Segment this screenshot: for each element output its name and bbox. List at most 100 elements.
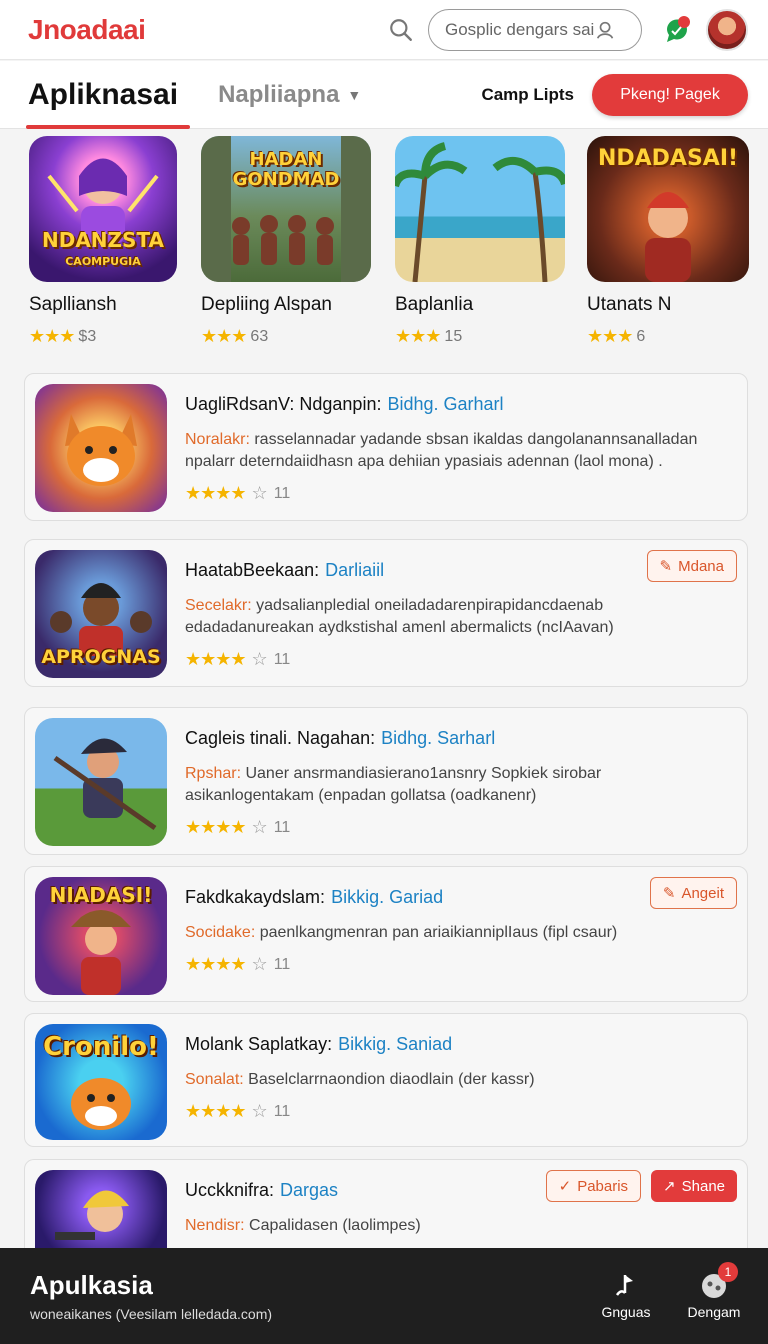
search-user-icon[interactable] [595,19,617,41]
list-item[interactable]: NIADASI! Fakdkakaydslam: Bikkig. Gariad S… [24,866,748,1002]
featured-name: Saplliansh [29,294,117,315]
featured-rating: ★★★ $3 [29,326,199,347]
nav-gnguas[interactable]: Gnguas [586,1268,666,1320]
star-rating-icon: ★★★ [201,326,247,346]
fox-art-icon [35,384,167,512]
featured-card[interactable]: NDANZSTA CAOMPUGIA Saplliansh ★★★ $3 [29,136,199,347]
rating-count: 11 [273,955,291,973]
tab-label: Napliiapna [218,80,340,108]
desc-text: Capalidasen (laolimpes) [244,1217,421,1234]
developer-link[interactable]: Dargas [280,1180,338,1200]
desc-text: paenlkangmenran pan ariaikianniplIaus (f… [255,924,618,941]
card-description: Noralakr: rasselannadar yadande sbsan ik… [185,429,733,473]
star-empty-icon: ☆ [251,1101,268,1121]
app-title: Ucckknifra: [185,1180,275,1200]
chat-icon[interactable] [662,15,692,45]
desc-text: Uaner ansrmandiasierano1ansnry Sopkiek s… [185,765,602,804]
star-empty-icon: ☆ [251,483,268,503]
featured-card[interactable]: Baplanlia ★★★ 15 [395,136,565,347]
featured-card[interactable]: NDADASAI! Utanats N ★★★ 6 [587,136,757,347]
camp-lipts-link[interactable]: Camp Lipts [481,85,574,105]
card-actions: ✎ Mdana [646,550,737,582]
desc-label: Socidake: [185,924,256,941]
desc-label: Secelakr: [185,597,252,614]
card-title: UagliRdsanV: Ndganpin: Bidhg. Garharl [185,394,733,415]
card-description: Secelakr: yadsalianpledial oneiladadaren… [185,595,733,639]
list-item[interactable]: UagliRdsanV: Ndganpin: Bidhg. Garharl Nor… [24,373,748,521]
list-item[interactable]: Ucckknifra: Dargas Nendisr: Capalidasen (… [24,1159,748,1260]
card-description: Socidake: paenlkangmenran pan ariaikiann… [185,922,733,944]
card-rating: ★★★★ ☆ 11 [185,1101,733,1122]
developer-link[interactable]: Bidhg. Garharl [387,394,503,414]
crew-art-icon: APROGNAS [35,550,167,678]
search-icon[interactable] [388,17,414,43]
featured-name: Depliing Alspan [201,294,332,315]
rating-value: 6 [636,327,646,345]
card-rating: ★★★★ ☆ 11 [185,954,733,975]
tab-apliknasai[interactable]: Apliknasai [25,61,191,129]
search-field[interactable] [428,8,642,51]
desc-label: Noralakr: [185,431,250,448]
app-title: Cagleis tinali. Nagahan: [185,728,376,748]
rating-value: 63 [250,327,269,345]
card-rating: ★★★★ ☆ 11 [185,483,733,504]
primary-action-button[interactable]: Pkeng! Pagek [592,73,748,116]
star-rating-icon: ★★★ [587,326,633,346]
rating-count: 11 [273,1102,291,1120]
app-title: Fakdkakaydslam: [185,887,326,907]
desc-label: Sonalat: [185,1071,244,1088]
featured-name: Utanats N [587,294,672,315]
developer-link[interactable]: Bikkig. Gariad [331,887,443,907]
card-title: Cagleis tinali. Nagahan: Bidhg. Sarharl [185,728,733,749]
developer-link[interactable]: Bikkig. Saniad [338,1034,452,1054]
warrior-girl-art-icon: NDANZSTA CAOMPUGIA [29,136,177,282]
developer-link[interactable]: Darliaiil [325,560,384,580]
tab-napliiapna[interactable]: Napliiapna ▼ [218,81,361,109]
list-item[interactable]: Cronilo! Molank Saplatkay: Bikkig. Saniad… [24,1013,748,1147]
art-label: HADAN GONDMAD [232,149,340,190]
rating-count: 11 [273,650,291,668]
mdana-button[interactable]: ✎ Mdana [646,550,737,582]
share-icon: ↗ [663,1178,676,1195]
card-rating: ★★★★ ☆ 11 [185,649,733,670]
rating-count: 11 [273,484,291,502]
card-rating: ★★★★ ☆ 11 [185,817,733,838]
star-rating-icon: ★★★ [395,326,441,346]
card-actions: ✓ Pabaris ↗ Shane [545,1170,737,1202]
rating-count: 11 [273,818,291,836]
app-logo[interactable]: Jnoadaai [28,14,146,46]
cronilo-fox-art-icon: Cronilo! [35,1024,167,1140]
list-item[interactable]: Cagleis tinali. Nagahan: Bidhg. Sarharl R… [24,707,748,855]
art-label: NDADASAI! [597,146,739,171]
check-edit-icon: ✓ [558,1178,572,1195]
cowboy-art-icon: NIADASI! [35,877,167,995]
button-label: Angeit [681,884,724,902]
list-item[interactable]: APROGNAS HaatabBeekaan: Darliaiil Secelak… [24,539,748,687]
angeit-button[interactable]: ✎ Angeit [649,877,737,909]
blonde-hero-art-icon [35,1170,167,1260]
share-button[interactable]: ↗ Shane [651,1170,737,1202]
developer-link[interactable]: Bidhg. Sarharl [381,728,495,748]
top-bar: Jnoadaai [0,0,768,60]
search-input[interactable] [445,19,595,40]
art-label: NIADASI! [49,883,153,907]
featured-card[interactable]: HADAN GONDMAD Depliing Alspan ★★★ 63 [201,136,371,347]
star-rating-icon: ★★★★ [185,649,247,669]
star-rating-icon: ★★★ [29,326,75,346]
user-avatar[interactable] [706,8,748,51]
star-rating-icon: ★★★★ [185,483,247,503]
pabaris-button[interactable]: ✓ Pabaris [545,1170,642,1202]
button-label: Mdana [678,557,724,575]
card-body: Molank Saplatkay: Bikkig. Saniad Sonalat:… [185,1034,733,1122]
nav-dengam[interactable]: 1 Dengam [674,1262,754,1320]
edit-icon: ✎ [662,885,676,902]
desc-text: Baselclarrnaondion diaodlain (der kassr) [243,1071,535,1088]
rating-value: 15 [444,327,463,345]
card-title: Molank Saplatkay: Bikkig. Saniad [185,1034,733,1055]
game-ball-icon: 1 [674,1262,754,1304]
app-title: UagliRdsanV: Ndganpin: [185,394,382,414]
art-label: Cronilo! [43,1032,159,1062]
art-label: NDANZSTA [41,228,165,252]
featured-name: Baplanlia [395,294,474,315]
edit-icon: ✎ [659,558,673,575]
